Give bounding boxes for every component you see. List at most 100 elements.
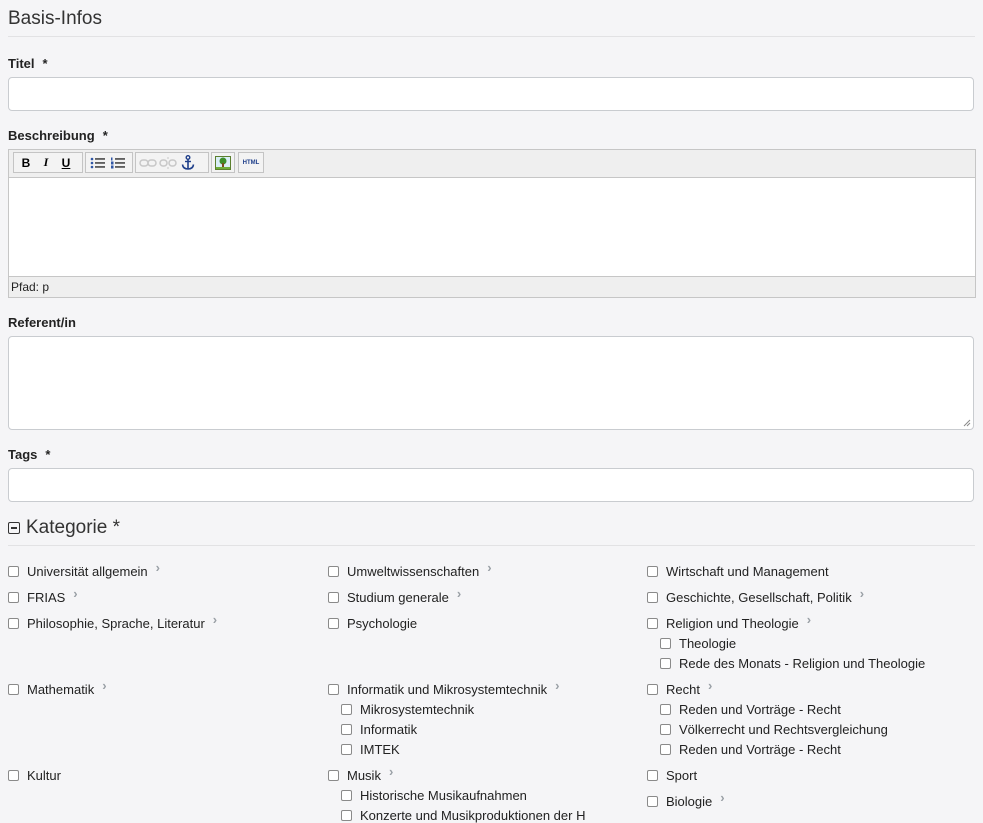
checkbox[interactable] xyxy=(328,684,339,695)
category-item[interactable]: Wirtschaft und Management xyxy=(647,564,829,579)
list-group xyxy=(85,152,133,173)
numbered-list-button[interactable] xyxy=(108,154,128,172)
category-item[interactable]: Umweltwissenschaften › xyxy=(328,560,492,579)
checkbox[interactable] xyxy=(660,704,671,715)
category-item[interactable]: Religion und Theologie › xyxy=(647,612,811,631)
subcategory-item[interactable]: Rede des Monats - Religion und Theologie xyxy=(660,656,925,671)
category-item[interactable]: Studium generale › xyxy=(328,586,461,605)
checkbox[interactable] xyxy=(660,744,671,755)
category-item[interactable]: Recht › xyxy=(647,678,712,697)
category-item[interactable]: Informatik und Mikrosystemtechnik › xyxy=(328,678,559,697)
chevron-right-icon[interactable]: › xyxy=(102,678,106,693)
checkbox[interactable] xyxy=(328,618,339,629)
subcategory-item[interactable]: Mikrosystemtechnik xyxy=(341,702,474,717)
titel-label-text: Titel xyxy=(8,56,35,71)
chevron-right-icon[interactable]: › xyxy=(213,612,217,627)
checkbox[interactable] xyxy=(328,770,339,781)
underline-icon: U xyxy=(61,155,71,170)
category-item[interactable]: Mathematik › xyxy=(8,678,107,697)
checkbox[interactable] xyxy=(647,796,658,807)
subcategory-item[interactable]: Informatik xyxy=(341,722,417,737)
numbered-list-icon xyxy=(111,157,125,168)
required-marker: * xyxy=(42,56,48,71)
italic-button[interactable]: I xyxy=(36,154,56,172)
category-label: Mathematik xyxy=(27,682,95,697)
referent-textarea[interactable] xyxy=(8,336,974,430)
chevron-right-icon[interactable]: › xyxy=(860,586,864,601)
beschreibung-editor-area[interactable] xyxy=(9,178,975,278)
category-label: Recht xyxy=(666,682,700,697)
category-item[interactable]: Geschichte, Gesellschaft, Politik › xyxy=(647,586,864,605)
underline-button[interactable]: U xyxy=(56,154,76,172)
format-group: B I U xyxy=(13,152,83,173)
category-label: FRIAS xyxy=(27,590,66,605)
checkbox[interactable] xyxy=(647,684,658,695)
category-label: Reden und Vorträge - Recht xyxy=(679,702,841,717)
category-item[interactable]: Kultur xyxy=(8,768,61,783)
checkbox[interactable] xyxy=(8,770,19,781)
link-icon xyxy=(139,158,157,167)
category-item[interactable]: FRIAS › xyxy=(8,586,78,605)
checkbox[interactable] xyxy=(8,592,19,603)
subcategory-item[interactable]: Theologie xyxy=(660,636,736,651)
chevron-right-icon[interactable]: › xyxy=(389,764,393,779)
titel-input[interactable] xyxy=(8,77,974,111)
category-label: Informatik xyxy=(360,722,418,737)
chevron-right-icon[interactable]: › xyxy=(73,586,77,601)
subcategory-item[interactable]: Völkerrecht und Rechtsvergleichung xyxy=(660,722,888,737)
checkbox[interactable] xyxy=(341,790,352,801)
checkbox[interactable] xyxy=(341,744,352,755)
bold-button[interactable]: B xyxy=(16,154,36,172)
chevron-right-icon[interactable]: › xyxy=(708,678,712,693)
html-button[interactable]: HTML xyxy=(241,154,261,172)
category-item[interactable]: Biologie › xyxy=(647,790,725,809)
chevron-right-icon[interactable]: › xyxy=(156,560,160,575)
checkbox[interactable] xyxy=(328,592,339,603)
category-label: Musik xyxy=(347,768,381,783)
chevron-right-icon[interactable]: › xyxy=(457,586,461,601)
chevron-right-icon[interactable]: › xyxy=(487,560,491,575)
category-label: Mikrosystemtechnik xyxy=(360,702,475,717)
checkbox[interactable] xyxy=(341,704,352,715)
link-group xyxy=(135,152,209,173)
resize-handle-icon[interactable] xyxy=(963,419,971,427)
category-item[interactable]: Sport xyxy=(647,768,697,783)
category-label: Historische Musikaufnahmen xyxy=(360,788,527,803)
category-item[interactable]: Musik › xyxy=(328,764,393,783)
collapse-icon[interactable] xyxy=(8,522,20,534)
subcategory-item[interactable]: Reden und Vorträge - Recht xyxy=(660,742,841,757)
chevron-right-icon[interactable]: › xyxy=(720,790,724,805)
category-item[interactable]: Universität allgemein › xyxy=(8,560,160,579)
checkbox[interactable] xyxy=(341,724,352,735)
checkbox[interactable] xyxy=(8,618,19,629)
subcategory-item[interactable]: Historische Musikaufnahmen xyxy=(341,788,527,803)
anchor-button[interactable] xyxy=(178,154,198,172)
checkbox[interactable] xyxy=(660,658,671,669)
checkbox[interactable] xyxy=(647,618,658,629)
checkbox[interactable] xyxy=(647,770,658,781)
chevron-right-icon[interactable]: › xyxy=(807,612,811,627)
tags-label: Tags * xyxy=(8,447,50,462)
category-item[interactable]: Psychologie xyxy=(328,616,417,631)
checkbox[interactable] xyxy=(341,810,352,821)
beschreibung-editor: B I U HTML Pfad: p xyxy=(8,149,976,298)
image-button[interactable] xyxy=(214,154,232,172)
checkbox[interactable] xyxy=(8,684,19,695)
chevron-right-icon[interactable]: › xyxy=(555,678,559,693)
checkbox[interactable] xyxy=(647,566,658,577)
link-button[interactable] xyxy=(138,154,158,172)
subcategory-item[interactable]: IMTEK xyxy=(341,742,400,757)
unlink-button[interactable] xyxy=(158,154,178,172)
bullet-list-button[interactable] xyxy=(88,154,108,172)
tags-label-text: Tags xyxy=(8,447,38,462)
checkbox[interactable] xyxy=(328,566,339,577)
category-item[interactable]: Philosophie, Sprache, Literatur › xyxy=(8,612,217,631)
kategorie-header[interactable]: Kategorie * xyxy=(8,517,120,539)
subcategory-item[interactable]: Konzerte und Musikproduktionen der H xyxy=(341,808,585,823)
checkbox[interactable] xyxy=(660,724,671,735)
checkbox[interactable] xyxy=(660,638,671,649)
tags-input[interactable] xyxy=(8,468,974,502)
subcategory-item[interactable]: Reden und Vorträge - Recht xyxy=(660,702,841,717)
checkbox[interactable] xyxy=(8,566,19,577)
checkbox[interactable] xyxy=(647,592,658,603)
